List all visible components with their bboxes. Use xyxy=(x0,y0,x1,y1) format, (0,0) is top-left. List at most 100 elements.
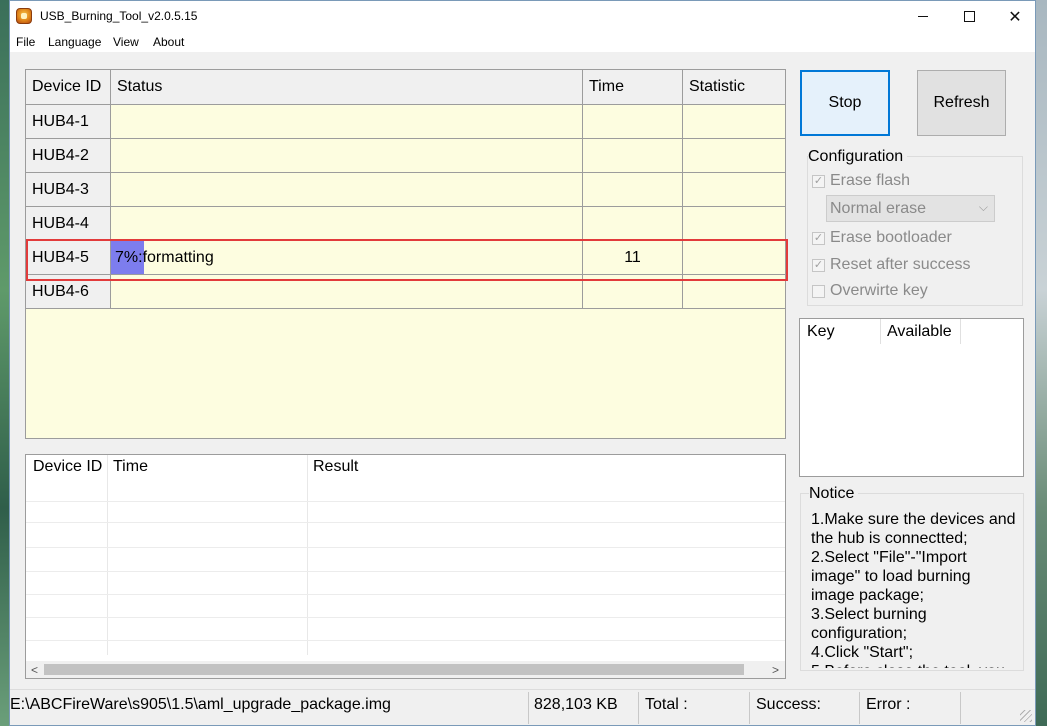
refresh-button[interactable]: Refresh xyxy=(917,70,1006,136)
resize-grip-icon[interactable] xyxy=(1020,710,1032,722)
log-header-time[interactable]: Time xyxy=(113,458,148,476)
device-id-cell[interactable]: HUB4-4 xyxy=(26,207,111,241)
status-error: Error : xyxy=(866,696,911,713)
stop-button[interactable]: Stop xyxy=(800,70,890,136)
result-log-table[interactable]: Device ID Time Result < > xyxy=(25,454,786,679)
statistic-cell[interactable] xyxy=(683,173,785,207)
status-divider xyxy=(638,692,639,724)
header-device-id[interactable]: Device ID xyxy=(26,70,111,105)
time-cell[interactable] xyxy=(583,105,683,139)
device-id-cell[interactable]: HUB4-2 xyxy=(26,139,111,173)
time-cell[interactable] xyxy=(583,207,683,241)
key-column-divider xyxy=(960,319,961,344)
erase-mode-select[interactable]: Normal erase ⌵ xyxy=(826,195,995,222)
status-divider xyxy=(749,692,750,724)
status-bar: E:\ABCFireWare\s905\1.5\aml_upgrade_pack… xyxy=(10,689,1035,725)
log-row-divider xyxy=(26,547,785,548)
log-row-divider xyxy=(26,617,785,618)
erase-flash-label: Erase flash xyxy=(830,172,911,189)
notice-title: Notice xyxy=(809,485,859,503)
scrollbar-thumb[interactable] xyxy=(44,664,744,675)
statistic-cell[interactable] xyxy=(683,275,785,309)
menu-file[interactable]: File xyxy=(16,35,35,49)
close-button[interactable]: ✕ xyxy=(992,1,1038,32)
log-row-divider xyxy=(26,640,785,641)
status-cell-active[interactable]: 7%:formatting xyxy=(111,241,583,275)
configuration-group: Configuration ✓ Erase flash Normal erase… xyxy=(807,148,1023,306)
log-row-divider xyxy=(26,594,785,595)
status-cell[interactable] xyxy=(111,139,583,173)
erase-bootloader-label: Erase bootloader xyxy=(830,229,952,246)
erase-mode-value: Normal erase xyxy=(830,199,927,217)
key-header-key[interactable]: Key xyxy=(807,323,835,341)
notice-group: Notice 1.Make sure the devices and the h… xyxy=(800,485,1024,671)
time-cell[interactable] xyxy=(583,275,683,309)
device-table: Device ID Status Time Statistic HUB4-1 H… xyxy=(25,69,786,439)
scroll-right-icon[interactable]: > xyxy=(767,661,784,678)
time-cell[interactable]: 11 xyxy=(583,241,683,275)
device-id-cell[interactable]: HUB4-5 xyxy=(26,241,111,275)
chevron-down-icon: ⌵ xyxy=(978,200,988,214)
maximize-button[interactable] xyxy=(946,1,992,32)
status-success: Success: xyxy=(756,696,821,713)
status-cell[interactable] xyxy=(111,207,583,241)
header-statistic[interactable]: Statistic xyxy=(683,70,785,105)
status-divider xyxy=(859,692,860,724)
notice-text: 1.Make sure the devices and the hub is c… xyxy=(811,511,1016,668)
menu-language[interactable]: Language xyxy=(48,35,101,49)
checkmark-icon: ✓ xyxy=(812,231,825,245)
checkmark-icon: ✓ xyxy=(812,258,825,272)
log-column-divider xyxy=(307,455,308,655)
device-id-cell[interactable]: HUB4-3 xyxy=(26,173,111,207)
header-status[interactable]: Status xyxy=(111,70,583,105)
device-table-header: Device ID Status Time Statistic xyxy=(26,70,785,105)
log-row-divider xyxy=(26,522,785,523)
status-cell[interactable] xyxy=(111,105,583,139)
status-cell[interactable] xyxy=(111,173,583,207)
desktop-background-right xyxy=(1035,0,1047,726)
erase-bootloader-checkbox[interactable]: ✓ Erase bootloader xyxy=(812,229,952,247)
client-area: Device ID Status Time Statistic HUB4-1 H… xyxy=(10,52,1035,688)
minimize-button[interactable] xyxy=(900,1,946,32)
reset-after-success-checkbox[interactable]: ✓ Reset after success xyxy=(812,256,971,274)
device-id-cell[interactable]: HUB4-1 xyxy=(26,105,111,139)
reset-after-success-label: Reset after success xyxy=(830,256,971,273)
time-cell[interactable] xyxy=(583,139,683,173)
menu-about[interactable]: About xyxy=(153,35,184,49)
scroll-left-icon[interactable]: < xyxy=(26,661,43,678)
time-cell[interactable] xyxy=(583,173,683,207)
statistic-cell[interactable] xyxy=(683,241,785,275)
status-divider xyxy=(960,692,961,724)
statistic-cell[interactable] xyxy=(683,139,785,173)
statistic-cell[interactable] xyxy=(683,105,785,139)
statistic-cell[interactable] xyxy=(683,207,785,241)
log-header-result[interactable]: Result xyxy=(313,458,358,476)
app-window: USB_Burning_Tool_v2.0.5.15 ✕ File Langua… xyxy=(9,0,1036,726)
status-divider xyxy=(528,692,529,724)
device-id-cell[interactable]: HUB4-6 xyxy=(26,275,111,309)
header-time[interactable]: Time xyxy=(583,70,683,105)
status-total: Total : xyxy=(645,696,688,713)
checkmark-icon: ✓ xyxy=(812,174,825,188)
log-row-divider xyxy=(26,571,785,572)
horizontal-scrollbar[interactable]: < > xyxy=(26,661,785,678)
log-column-divider xyxy=(107,455,108,655)
key-table[interactable]: Key Available xyxy=(799,318,1024,477)
title-bar[interactable]: USB_Burning_Tool_v2.0.5.15 ✕ xyxy=(10,1,1035,32)
window-title: USB_Burning_Tool_v2.0.5.15 xyxy=(40,9,198,23)
log-header-device-id[interactable]: Device ID xyxy=(33,458,102,476)
erase-flash-checkbox[interactable]: ✓ Erase flash xyxy=(812,172,910,190)
menu-bar: File Language View About xyxy=(10,32,1035,52)
overwrite-key-label: Overwirte key xyxy=(830,282,928,299)
menu-view[interactable]: View xyxy=(113,35,139,49)
key-header-available[interactable]: Available xyxy=(887,323,952,341)
status-file-size: 828,103 KB xyxy=(534,696,618,713)
app-icon xyxy=(16,8,32,24)
key-column-divider xyxy=(880,319,881,344)
unchecked-box-icon xyxy=(812,284,825,298)
overwrite-key-checkbox[interactable]: Overwirte key xyxy=(812,282,928,300)
status-file-path: E:\ABCFireWare\s905\1.5\aml_upgrade_pack… xyxy=(10,696,391,713)
status-cell[interactable] xyxy=(111,275,583,309)
configuration-title: Configuration xyxy=(808,148,908,166)
log-row-divider xyxy=(26,501,785,502)
